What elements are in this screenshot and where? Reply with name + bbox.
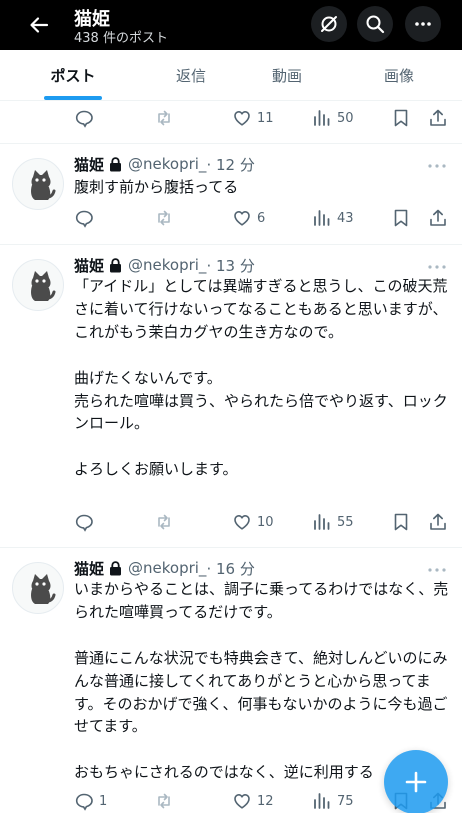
reply-button[interactable]: [74, 510, 99, 534]
compose-post-button[interactable]: [384, 750, 448, 813]
more-options-button[interactable]: [405, 6, 441, 42]
repost-button[interactable]: [154, 510, 179, 534]
reply-icon: [75, 210, 93, 228]
post-time[interactable]: · 13 分: [206, 255, 254, 276]
author-name[interactable]: 猫姫: [74, 255, 104, 276]
lock-icon: [109, 257, 122, 273]
author-handle[interactable]: @nekopri_: [128, 155, 206, 173]
like-button[interactable]: 10: [232, 510, 274, 534]
share-icon: [430, 513, 446, 530]
search-button[interactable]: [357, 6, 393, 42]
post-actions: 10 55: [74, 510, 454, 534]
post-header: 猫姫 @nekopri_ · 12 分: [74, 154, 255, 174]
cat-avatar-image: [31, 170, 56, 200]
share-button[interactable]: [428, 206, 448, 230]
post-text: 「アイドル」としては異端すぎると思うし、この破天荒さに着いて行けないってなること…: [74, 277, 448, 479]
post-text: 腹刺す前から腹括ってる: [74, 178, 239, 196]
views-button[interactable]: 75: [312, 789, 354, 813]
post-text: いまからやることは、調子に乗ってるわけではなく、売られた喧嘩買ってるだけです。 …: [74, 580, 449, 782]
repost-icon: [158, 514, 170, 530]
share-icon: [430, 209, 446, 226]
reply-button[interactable]: [74, 206, 99, 230]
share-icon: [430, 109, 446, 126]
repost-icon: [158, 210, 170, 226]
plus-icon: [405, 771, 427, 793]
tab-replies[interactable]: 返信: [144, 50, 238, 101]
post-item[interactable]: 11 50: [0, 101, 462, 144]
repost-icon: [158, 793, 170, 809]
back-button[interactable]: [22, 8, 56, 42]
cat-avatar-image: [31, 574, 56, 604]
reply-button[interactable]: [74, 106, 99, 130]
back-arrow-icon: [30, 17, 49, 33]
post-actions: 6 43: [74, 206, 454, 230]
views-button[interactable]: 43: [312, 206, 354, 230]
like-button[interactable]: 6: [232, 206, 265, 230]
views-button[interactable]: 50: [312, 106, 354, 130]
bookmark-icon: [394, 109, 408, 127]
views-button[interactable]: 55: [312, 510, 354, 534]
heart-icon: [234, 211, 250, 226]
avatar[interactable]: [12, 158, 64, 210]
post-header: 猫姫 @nekopri_ · 13 分: [74, 255, 255, 275]
bookmark-icon: [394, 513, 408, 531]
post-more-button[interactable]: [426, 158, 448, 172]
repost-button[interactable]: [154, 106, 179, 130]
avatar[interactable]: [12, 259, 64, 311]
post-actions: 11 50: [74, 106, 454, 130]
post-item[interactable]: 猫姫 @nekopri_ · 12 分 腹刺す前から腹括ってる 6 43: [0, 144, 462, 245]
author-handle[interactable]: @nekopri_: [128, 256, 206, 274]
bar-chart-icon: [314, 793, 330, 809]
lock-icon: [109, 560, 122, 576]
author-name[interactable]: 猫姫: [74, 154, 104, 175]
top-bar: 猫姫 438 件のポスト: [0, 0, 462, 50]
more-dots-icon: [428, 568, 446, 572]
post-more-button[interactable]: [426, 562, 448, 576]
share-button[interactable]: [428, 510, 448, 534]
avatar[interactable]: [12, 562, 64, 614]
reply-icon: [75, 793, 93, 811]
profile-tabs: ポスト 返信 動画 画像: [0, 50, 462, 101]
search-icon: [366, 15, 385, 34]
post-more-button[interactable]: [426, 259, 448, 273]
bookmark-button[interactable]: [391, 106, 411, 130]
like-button[interactable]: 12: [232, 789, 274, 813]
author-handle[interactable]: @nekopri_: [128, 559, 206, 577]
bar-chart-icon: [314, 110, 330, 126]
tab-posts[interactable]: ポスト: [26, 50, 120, 101]
repost-button[interactable]: [154, 206, 179, 230]
tab-images[interactable]: 画像: [352, 50, 446, 101]
bar-chart-icon: [314, 210, 330, 226]
bookmark-icon: [394, 209, 408, 227]
reply-button[interactable]: 1: [74, 789, 107, 813]
grok-icon: [321, 16, 337, 32]
repost-button[interactable]: [154, 789, 179, 813]
lock-icon: [109, 156, 122, 172]
bookmark-button[interactable]: [391, 206, 411, 230]
grok-button[interactable]: [311, 6, 347, 42]
post-count: 438 件のポスト: [74, 31, 168, 46]
post-time[interactable]: · 16 分: [206, 558, 254, 579]
more-icon: [415, 22, 431, 26]
more-dots-icon: [428, 265, 446, 269]
reply-icon: [75, 110, 93, 128]
heart-icon: [234, 794, 250, 809]
heart-icon: [234, 111, 250, 126]
post-item[interactable]: 猫姫 @nekopri_ · 13 分 「アイドル」としては異端すぎると思うし、…: [0, 245, 462, 548]
cat-avatar-image: [31, 271, 56, 301]
like-button[interactable]: 11: [232, 106, 274, 130]
bar-chart-icon: [314, 514, 330, 530]
post-time[interactable]: · 12 分: [206, 154, 254, 175]
repost-icon: [158, 110, 170, 126]
bookmark-button[interactable]: [391, 510, 411, 534]
more-dots-icon: [428, 164, 446, 168]
tab-videos[interactable]: 動画: [240, 50, 334, 101]
heart-icon: [234, 515, 250, 530]
reply-icon: [75, 514, 93, 532]
author-name[interactable]: 猫姫: [74, 558, 104, 579]
share-button[interactable]: [428, 106, 448, 130]
post-header: 猫姫 @nekopri_ · 16 分: [74, 558, 255, 578]
active-tab-indicator: [44, 96, 102, 100]
